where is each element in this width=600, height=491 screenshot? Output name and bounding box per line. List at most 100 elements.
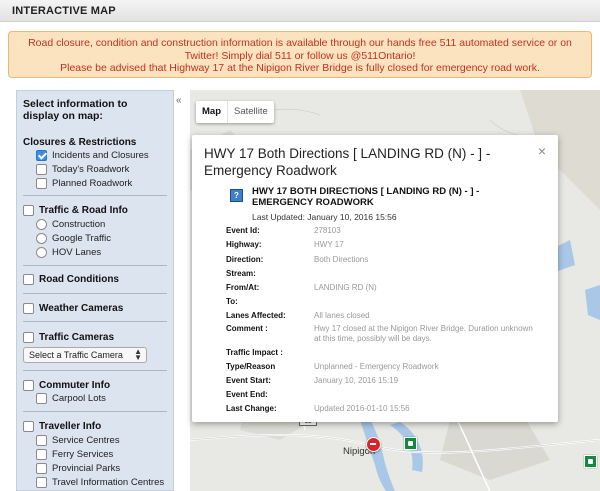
detail-label: Traffic Impact : bbox=[226, 348, 283, 357]
camera-marker-icon[interactable] bbox=[584, 455, 597, 468]
layer-hov-lanes[interactable]: HOV Lanes bbox=[36, 247, 101, 258]
incidents-label: Incidents and Closures bbox=[52, 150, 149, 161]
layer-ferry-services[interactable]: Ferry Services bbox=[36, 449, 113, 460]
closures-section-title: Closures & Restrictions bbox=[23, 137, 137, 148]
detail-value: Unplanned - Emergency Roadwork bbox=[314, 362, 439, 371]
popup-title: HWY 17 Both Directions [ LANDING RD (N) … bbox=[204, 146, 491, 178]
layer-weather-cameras[interactable]: Weather Cameras bbox=[23, 303, 123, 314]
commuter-checkbox[interactable] bbox=[23, 380, 34, 391]
sidebar-divider bbox=[23, 321, 167, 322]
traffic-camera-select-value: Select a Traffic Camera bbox=[29, 350, 123, 360]
event-info-popup: HWY 17 Both Directions [ LANDING RD (N) … bbox=[192, 135, 558, 422]
detail-value: Both Directions bbox=[314, 255, 369, 264]
traffic-cameras-checkbox[interactable] bbox=[23, 332, 34, 343]
service-centres-checkbox[interactable] bbox=[36, 435, 47, 446]
map-type-satellite-button[interactable]: Satellite bbox=[227, 101, 274, 123]
camera-marker-icon[interactable] bbox=[404, 437, 417, 450]
layer-travel-info-centres[interactable]: Travel Information Centres bbox=[36, 477, 164, 488]
travel-info-centres-label: Travel Information Centres bbox=[52, 477, 165, 488]
layer-sidebar: Select information to display on map: Cl… bbox=[16, 90, 174, 491]
page-header: INTERACTIVE MAP bbox=[0, 0, 600, 22]
last-updated: Last Updated: January 10, 2016 15:56 bbox=[252, 212, 397, 222]
construction-radio[interactable] bbox=[36, 219, 47, 230]
carpool-label: Carpool Lots bbox=[52, 393, 106, 404]
detail-value: January 10, 2016 15:19 bbox=[314, 376, 399, 385]
layer-road-conditions[interactable]: Road Conditions bbox=[23, 274, 119, 285]
carpool-checkbox[interactable] bbox=[36, 393, 47, 404]
select-arrows-icon: ▲ ▼ bbox=[134, 347, 142, 362]
road-conditions-label: Road Conditions bbox=[39, 274, 119, 285]
sidebar-divider bbox=[23, 195, 167, 196]
detail-label: Type/Reason bbox=[226, 362, 276, 371]
planned-roadwork-label: Planned Roadwork bbox=[52, 178, 133, 189]
ferry-services-label: Ferry Services bbox=[52, 449, 114, 460]
detail-label: Stream: bbox=[226, 269, 256, 278]
weather-cameras-label: Weather Cameras bbox=[39, 303, 124, 314]
construction-label: Construction bbox=[52, 219, 106, 230]
layer-carpool-lots[interactable]: Carpool Lots bbox=[36, 393, 106, 404]
provincial-parks-checkbox[interactable] bbox=[36, 463, 47, 474]
closure-marker-icon[interactable] bbox=[366, 437, 381, 452]
traffic-road-label: Traffic & Road Info bbox=[39, 205, 128, 216]
commuter-label: Commuter Info bbox=[39, 380, 111, 391]
detail-label: Direction: bbox=[226, 255, 264, 264]
traveller-checkbox[interactable] bbox=[23, 421, 34, 432]
ferry-services-checkbox[interactable] bbox=[36, 449, 47, 460]
detail-label: To: bbox=[226, 297, 238, 306]
layer-incidents-closures[interactable]: Incidents and Closures bbox=[36, 150, 149, 161]
hov-lanes-radio[interactable] bbox=[36, 247, 47, 258]
detail-label: Last Change: bbox=[226, 404, 277, 413]
detail-value: Hwy 17 closed at the Nipigon River Bridg… bbox=[314, 324, 533, 343]
road-conditions-checkbox[interactable] bbox=[23, 274, 34, 285]
layer-traffic-cameras[interactable]: Traffic Cameras bbox=[23, 332, 114, 343]
map-type-toggle: Map Satellite bbox=[196, 101, 274, 123]
alert-line-3: Please be advised that Highway 17 at the… bbox=[60, 62, 540, 74]
detail-value: 278103 bbox=[314, 226, 341, 235]
sidebar-divider bbox=[23, 265, 167, 266]
layer-planned-roadwork[interactable]: Planned Roadwork bbox=[36, 178, 132, 189]
close-icon[interactable]: × bbox=[538, 143, 546, 159]
sidebar-divider bbox=[23, 293, 167, 294]
todays-roadwork-checkbox[interactable] bbox=[36, 164, 47, 175]
incidents-checkbox[interactable] bbox=[36, 150, 47, 161]
alert-line-2[interactable]: Twitter! Simply dial 511 or follow us @5… bbox=[9, 50, 591, 63]
detail-label: Event Start: bbox=[226, 376, 271, 385]
layer-provincial-parks[interactable]: Provincial Parks bbox=[36, 463, 120, 474]
sidebar-divider bbox=[23, 370, 167, 371]
detail-value: All lanes closed bbox=[314, 311, 370, 320]
detail-label: Event End: bbox=[226, 390, 268, 399]
map-type-map-button[interactable]: Map bbox=[196, 101, 227, 123]
google-traffic-radio[interactable] bbox=[36, 233, 47, 244]
traveller-label: Traveller Info bbox=[39, 421, 102, 432]
roadwork-event-icon: ? bbox=[230, 189, 243, 202]
event-heading: HWY 17 BOTH DIRECTIONS [ LANDING RD (N) … bbox=[252, 186, 480, 208]
sidebar-divider bbox=[23, 411, 167, 412]
layer-construction[interactable]: Construction bbox=[36, 219, 105, 230]
layer-traveller-info[interactable]: Traveller Info bbox=[23, 421, 101, 432]
layer-service-centres[interactable]: Service Centres bbox=[36, 435, 120, 446]
detail-value: LANDING RD (N) bbox=[314, 283, 377, 292]
detail-label: Event Id: bbox=[226, 226, 260, 235]
traffic-camera-select[interactable]: Select a Traffic Camera ▲ ▼ bbox=[23, 347, 147, 363]
traffic-road-checkbox[interactable] bbox=[23, 205, 34, 216]
detail-label: Lanes Affected: bbox=[226, 311, 286, 320]
sidebar-prompt: Select information to display on map: bbox=[23, 98, 128, 122]
detail-label: From/At: bbox=[226, 283, 260, 292]
detail-value: HWY 17 bbox=[314, 240, 344, 249]
planned-roadwork-checkbox[interactable] bbox=[36, 178, 47, 189]
layer-commuter-info[interactable]: Commuter Info bbox=[23, 380, 110, 391]
travel-info-centres-checkbox[interactable] bbox=[36, 477, 47, 488]
layer-traffic-road-info[interactable]: Traffic & Road Info bbox=[23, 205, 128, 216]
weather-cameras-checkbox[interactable] bbox=[23, 303, 34, 314]
provincial-parks-label: Provincial Parks bbox=[52, 463, 121, 474]
page-title: INTERACTIVE MAP bbox=[12, 5, 116, 17]
traffic-cameras-label: Traffic Cameras bbox=[39, 332, 115, 343]
detail-label: Highway: bbox=[226, 240, 262, 249]
detail-label: Comment : bbox=[226, 324, 268, 333]
layer-google-traffic[interactable]: Google Traffic bbox=[36, 233, 111, 244]
layer-todays-roadwork[interactable]: Today's Roadwork bbox=[36, 164, 129, 175]
collapse-sidebar-icon[interactable]: « bbox=[176, 95, 182, 106]
hov-lanes-label: HOV Lanes bbox=[52, 247, 102, 258]
todays-roadwork-label: Today's Roadwork bbox=[52, 164, 130, 175]
service-centres-label: Service Centres bbox=[52, 435, 120, 446]
